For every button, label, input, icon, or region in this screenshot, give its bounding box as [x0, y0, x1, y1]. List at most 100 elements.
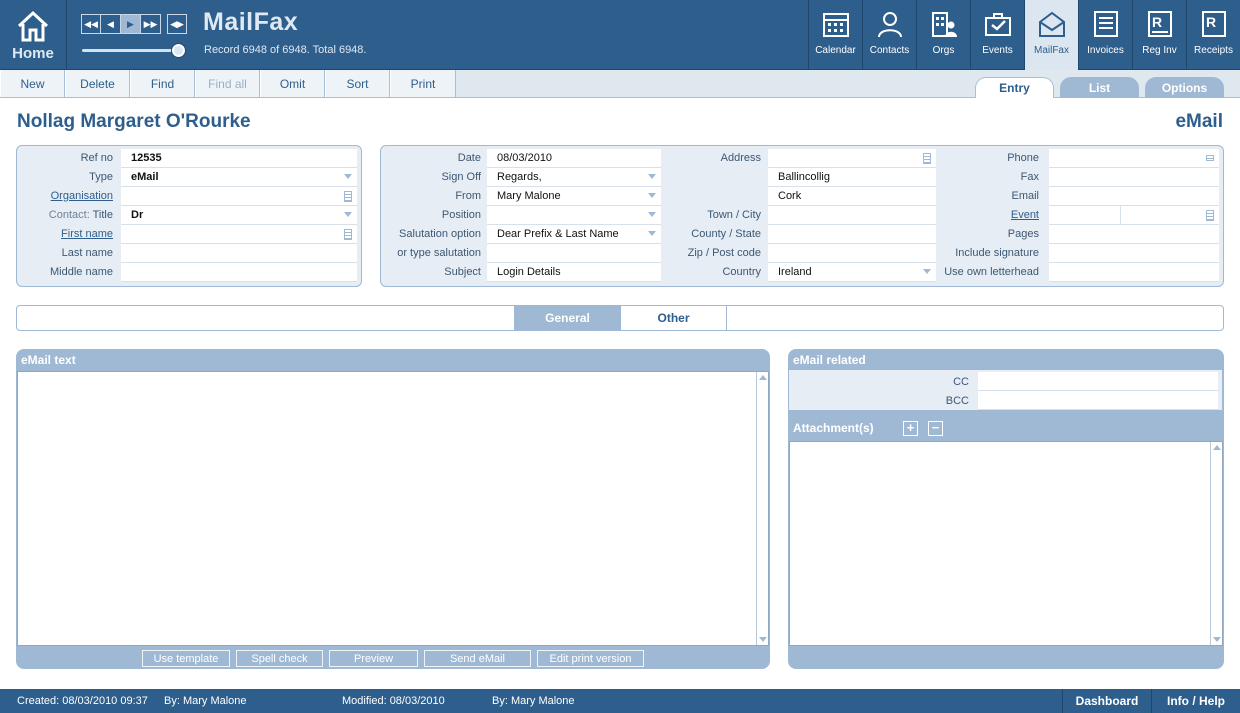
email-related-heading: eMail related [793, 353, 866, 367]
ref-no-label: Ref no [80, 152, 113, 164]
first-record-button[interactable]: ◀◀ [81, 14, 101, 34]
expand-toggle-button[interactable]: ◀▶ [167, 14, 187, 34]
receipt-icon: R [1202, 11, 1226, 37]
first-name-link[interactable]: First name [17, 228, 113, 240]
record-slider-track[interactable] [82, 49, 182, 52]
module-contacts[interactable]: Contacts [862, 0, 916, 70]
middle-name-label: Middle name [50, 266, 113, 278]
list-picker-icon[interactable] [344, 191, 352, 202]
tab-other[interactable]: Other [621, 306, 727, 330]
app-title: MailFax [203, 8, 299, 36]
organisation-field[interactable] [121, 187, 357, 206]
edit-print-version-button[interactable]: Edit print version [537, 650, 644, 667]
type-label: Type [89, 171, 113, 183]
attachments-scrollbar[interactable] [1210, 442, 1222, 645]
title-label: Title [92, 209, 113, 221]
reg-invoice-icon: R [1148, 11, 1172, 37]
event-field[interactable] [1121, 206, 1219, 225]
module-receipts[interactable]: R Receipts [1186, 0, 1240, 70]
module-events[interactable]: Events [970, 0, 1024, 70]
first-name-field[interactable] [121, 225, 357, 244]
modified-info: Modified: 08/03/2010 [342, 695, 445, 707]
record-navigation: ◀◀ ◀ ▶ ▶▶ ◀▶ [81, 14, 187, 34]
type-select[interactable]: eMail [121, 168, 357, 187]
info-help-button[interactable]: Info / Help [1151, 689, 1240, 713]
scroll-down-icon[interactable] [1213, 637, 1221, 642]
find-all-button[interactable]: Find all [195, 70, 260, 97]
contact-title-label: Contact: Title [17, 209, 113, 221]
organisation-link[interactable]: Organisation [17, 190, 113, 202]
cc-field[interactable] [978, 372, 1218, 391]
next-record-button[interactable]: ▶ [121, 14, 141, 34]
tab-options[interactable]: Options [1145, 77, 1224, 98]
email-field[interactable] [1049, 187, 1219, 206]
delete-button[interactable]: Delete [65, 70, 130, 97]
remove-attachment-button[interactable]: − [928, 421, 943, 436]
own-letterhead-checkbox[interactable] [1059, 267, 1069, 277]
find-button[interactable]: Find [130, 70, 195, 97]
print-button[interactable]: Print [390, 70, 456, 97]
use-template-button[interactable]: Use template [142, 650, 230, 667]
preview-button[interactable]: Preview [329, 650, 418, 667]
omit-button[interactable]: Omit [260, 70, 325, 97]
scroll-up-icon[interactable] [1213, 445, 1221, 450]
modified-by-info: By: Mary Malone [492, 695, 575, 707]
email-body-scrollbar[interactable] [756, 372, 768, 645]
chevron-down-icon [344, 174, 352, 179]
module-label: Receipts [1194, 45, 1233, 56]
sort-button[interactable]: Sort [325, 70, 390, 97]
list-picker-icon[interactable] [1206, 210, 1214, 221]
calendar-icon [823, 13, 849, 37]
ref-no-field[interactable]: 12535 [121, 149, 357, 168]
pages-field[interactable] [1049, 225, 1219, 244]
email-body-textarea[interactable] [17, 371, 769, 646]
add-attachment-button[interactable]: + [903, 421, 918, 436]
record-slider-handle[interactable] [172, 44, 185, 57]
dashboard-button[interactable]: Dashboard [1062, 689, 1151, 713]
person-icon [878, 12, 902, 38]
prev-record-button[interactable]: ◀ [101, 14, 121, 34]
fax-field[interactable] [1049, 168, 1219, 187]
module-invoices[interactable]: Invoices [1078, 0, 1132, 70]
event-id-field[interactable] [1049, 206, 1121, 225]
last-name-field[interactable] [121, 244, 357, 263]
spell-check-button[interactable]: Spell check [236, 650, 323, 667]
svg-text:R: R [1152, 14, 1162, 30]
last-record-button[interactable]: ▶▶ [141, 14, 161, 34]
phone-label: Phone [1007, 152, 1039, 164]
email-body-text [18, 372, 768, 384]
home-button[interactable]: Home [0, 0, 67, 70]
email-related-panel: eMail related CC BCC Attachment(s) [788, 349, 1224, 669]
module-calendar[interactable]: Calendar [808, 0, 862, 70]
event-link[interactable]: Event [939, 209, 1039, 221]
module-mailfax[interactable]: MailFax [1024, 0, 1078, 70]
scroll-up-icon[interactable] [759, 375, 767, 380]
module-reg-inv[interactable]: R Reg Inv [1132, 0, 1186, 70]
bcc-field[interactable] [978, 391, 1218, 410]
scroll-down-icon[interactable] [759, 637, 767, 642]
tab-general[interactable]: General [514, 306, 621, 330]
email-text-panel: eMail text [16, 349, 770, 669]
attachments-label: Attachment(s) [793, 421, 874, 435]
phone-field[interactable] [1049, 149, 1219, 168]
pages-label: Pages [1007, 228, 1039, 240]
list-picker-icon[interactable] [344, 229, 352, 240]
new-button[interactable]: New [0, 70, 65, 97]
type-value: eMail [131, 171, 159, 183]
cc-bcc-form: CC BCC [789, 370, 1222, 410]
module-label: Invoices [1087, 45, 1124, 56]
phone-icon[interactable] [1206, 155, 1214, 161]
fax-label: Fax [1020, 171, 1039, 183]
title-select[interactable]: Dr [121, 206, 357, 225]
middle-name-field[interactable] [121, 263, 357, 282]
tab-entry[interactable]: Entry [975, 77, 1054, 98]
module-orgs[interactable]: Orgs [916, 0, 970, 70]
attachments-list[interactable] [789, 441, 1223, 646]
invoice-icon [1094, 11, 1118, 37]
send-email-button[interactable]: Send eMail [424, 650, 531, 667]
include-signature-checkbox[interactable] [1059, 248, 1069, 258]
tab-list[interactable]: List [1060, 77, 1139, 98]
module-nav: Calendar Contacts Orgs Events MailFax In… [808, 0, 1240, 70]
email-text-heading: eMail text [21, 353, 76, 367]
email-label: Email [1011, 190, 1039, 202]
